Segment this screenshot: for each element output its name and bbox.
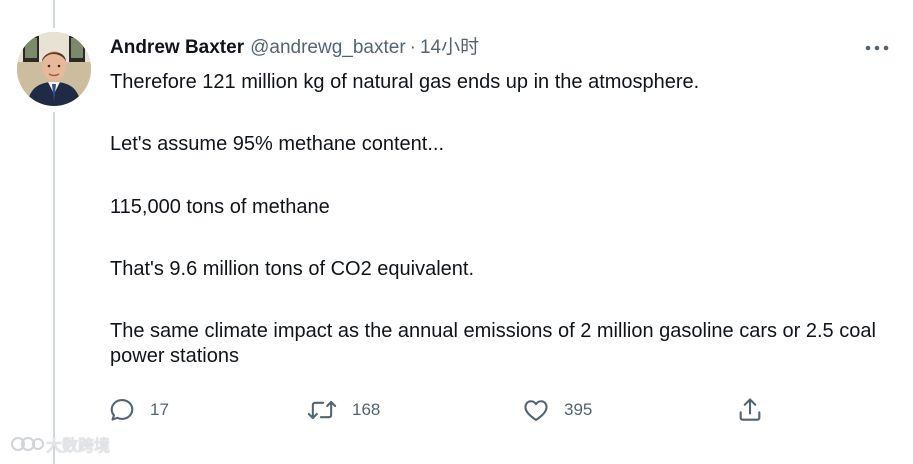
- reply-count: 17: [150, 400, 169, 419]
- avatar[interactable]: [17, 32, 91, 106]
- retweet-button[interactable]: 168: [306, 396, 380, 424]
- more-options-icon: [865, 45, 889, 51]
- reply-button[interactable]: 17: [108, 396, 169, 424]
- tweet-header: Andrew Baxter @andrewg_baxter · 14小时: [110, 36, 479, 60]
- timestamp[interactable]: 14小时: [420, 36, 479, 60]
- thread-line-top: [53, 0, 55, 28]
- watermark-logo-icon: [11, 437, 44, 451]
- tweet-paragraph: That's 9.6 million tons of CO2 equivalen…: [110, 258, 475, 280]
- like-button[interactable]: 395: [522, 396, 592, 424]
- retweet-count: 168: [352, 400, 381, 419]
- separator-dot: ·: [409, 37, 416, 58]
- reply-icon: [110, 399, 134, 421]
- heart-icon: [524, 400, 548, 421]
- tweet-paragraph: Therefore 121 million kg of natural gas …: [110, 71, 700, 93]
- tweet-actions: 17 168 395: [108, 396, 788, 426]
- tweet-paragraph: 115,000 tons of methane: [110, 196, 330, 218]
- display-name[interactable]: Andrew Baxter: [110, 36, 244, 60]
- share-icon: [739, 398, 761, 421]
- like-count: 395: [564, 400, 593, 419]
- avatar-photo: [17, 32, 91, 106]
- share-button[interactable]: [736, 396, 764, 424]
- retweet-icon: [307, 400, 337, 420]
- watermark-text: 大数跨境: [46, 438, 111, 455]
- more-options-button[interactable]: [862, 38, 892, 58]
- user-handle[interactable]: @andrewg_baxter: [250, 36, 406, 60]
- tweet-paragraph: Let's assume 95% methane content...: [110, 133, 445, 155]
- tweet-paragraph: The same climate impact as the annual em…: [110, 320, 876, 367]
- thread-line: [53, 112, 55, 464]
- watermark: 大数跨境: [10, 432, 110, 456]
